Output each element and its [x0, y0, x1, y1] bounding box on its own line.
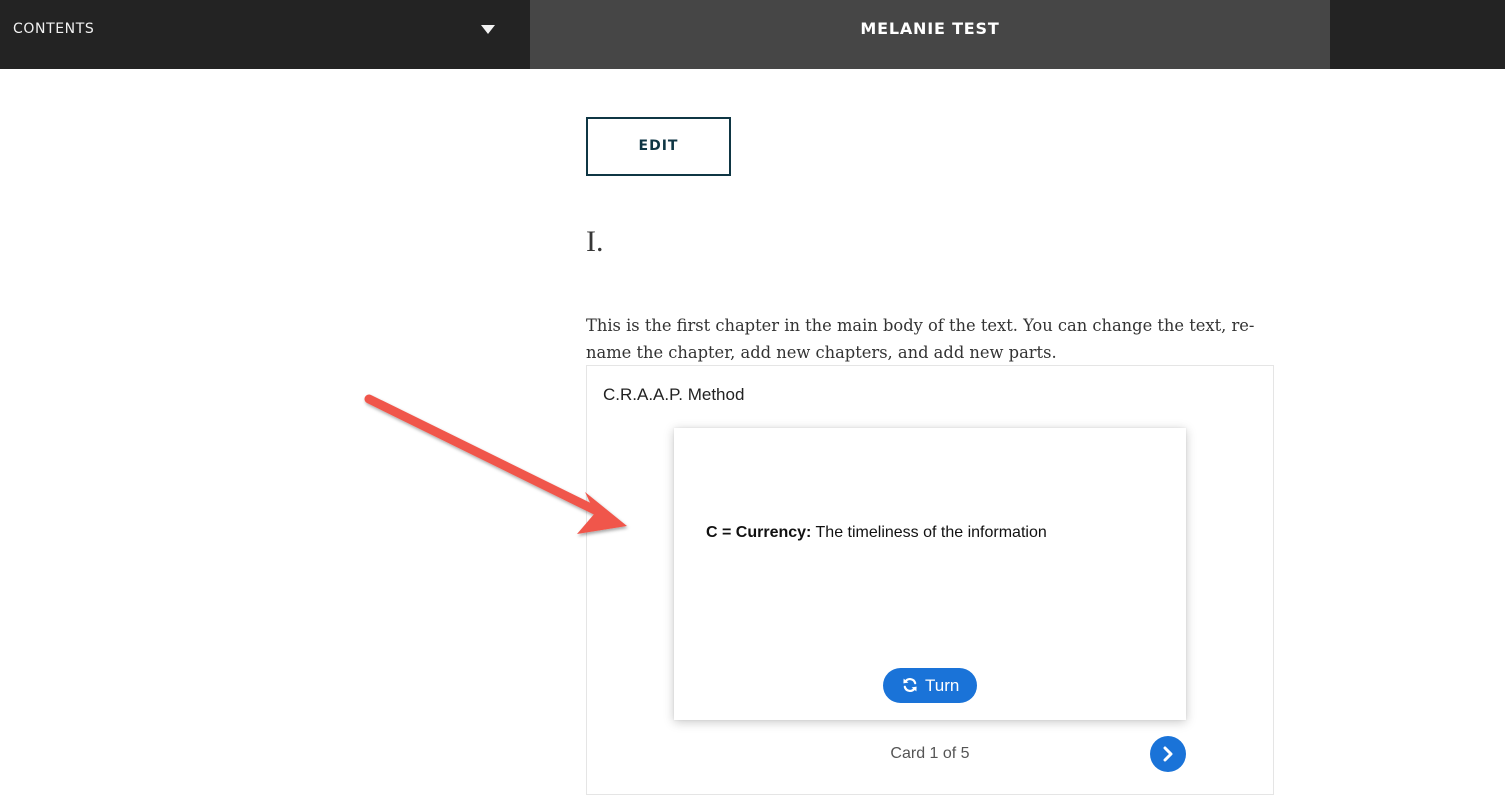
chapter-number: I. [586, 225, 604, 258]
refresh-icon [903, 678, 917, 692]
caret-down-icon [481, 25, 495, 34]
turn-label: Turn [925, 676, 960, 695]
book-title-bar: MELANIE TEST [530, 0, 1330, 69]
contents-dropdown-toggle[interactable]: CONTENTS [0, 0, 530, 69]
annotation-arrow-icon [364, 394, 627, 534]
book-title: MELANIE TEST [860, 19, 1000, 38]
flashcard-widget: C.R.A.A.P. Method C = Currency: The time… [586, 365, 1274, 795]
flashcard-definition: The timeliness of the information [815, 524, 1047, 541]
chevron-right-icon [1163, 746, 1173, 762]
turn-button[interactable]: Turn [883, 668, 977, 703]
edit-button[interactable]: EDIT [586, 117, 731, 176]
chapter-intro-text: This is the first chapter in the main bo… [586, 316, 1255, 362]
flashcard[interactable]: C = Currency: The timeliness of the info… [674, 428, 1186, 720]
flashcard-content: C = Currency: The timeliness of the info… [706, 523, 1047, 543]
flashcard-term: C = Currency: [706, 524, 812, 541]
next-card-button[interactable] [1150, 736, 1186, 772]
contents-label: CONTENTS [13, 21, 95, 37]
top-navigation-bar: CONTENTS MELANIE TEST [0, 0, 1505, 69]
